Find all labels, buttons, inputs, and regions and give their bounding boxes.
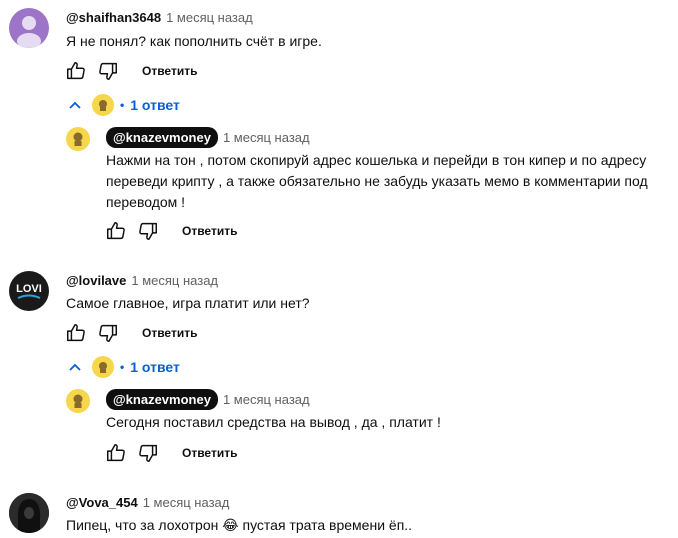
reply-text: Сегодня поставил средства на вывод , да … <box>106 412 441 433</box>
chevron-up-icon <box>69 363 81 371</box>
replies-toggle[interactable]: • 1 ответ <box>68 356 180 378</box>
duck-icon <box>99 362 107 373</box>
comment-text-part: пустая трата времени ёп.. <box>238 517 413 533</box>
reply-text-line: Сегодня поставил средства на вывод , да … <box>106 414 441 430</box>
creator-avatar <box>92 94 114 116</box>
reply-actions: Ответить <box>104 441 237 465</box>
reply-text-line: Нажми на тон , потом скопируй адрес коше… <box>106 152 647 168</box>
reply-avatar[interactable] <box>66 389 90 413</box>
comment-author[interactable]: @shaifhan3648 <box>66 10 161 25</box>
reply-button[interactable]: Ответить <box>182 224 237 238</box>
chevron-up-icon <box>69 101 81 109</box>
comment-time[interactable]: 1 месяц назад <box>131 273 218 288</box>
reply-text-line: переведи крипту , а также обязательно не… <box>106 173 648 189</box>
reply-time[interactable]: 1 месяц назад <box>223 392 310 407</box>
svg-text:LOVI: LOVI <box>16 283 42 295</box>
reply-avatar[interactable] <box>66 127 90 151</box>
duck-icon <box>99 100 107 111</box>
reply-text-line: переводом ! <box>106 194 186 210</box>
comment-header: @lovilave 1 месяц назад <box>66 273 218 288</box>
like-button[interactable] <box>64 321 88 345</box>
comment-text: Самое главное, игра платит или нет? <box>66 295 310 311</box>
reply-text: Нажми на тон , потом скопируй адрес коше… <box>106 150 648 213</box>
reply-author-badge[interactable]: @knazevmoney <box>106 389 218 410</box>
separator-dot: • <box>120 98 125 112</box>
thumbs-up-icon <box>67 62 85 80</box>
lovilave-logo: LOVI <box>16 283 42 299</box>
hooded-figure-icon <box>9 493 49 533</box>
replies-count: 1 ответ <box>130 359 180 375</box>
default-user-icon <box>17 16 41 48</box>
thumbs-down-icon <box>99 324 117 342</box>
dislike-button[interactable] <box>96 321 120 345</box>
reply-header: @knazevmoney 1 месяц назад <box>106 127 310 148</box>
like-button[interactable] <box>104 219 128 243</box>
reply-author-badge[interactable]: @knazevmoney <box>106 127 218 148</box>
avatar[interactable] <box>9 8 49 48</box>
comment-text-part: Пипец, что за лохотрон <box>66 517 219 533</box>
avatar[interactable]: LOVI <box>9 271 49 311</box>
reply-button[interactable]: Ответить <box>142 326 197 340</box>
replies-count: 1 ответ <box>130 97 180 113</box>
dislike-button[interactable] <box>96 59 120 83</box>
duck-icon <box>73 394 83 408</box>
dislike-button[interactable] <box>136 441 160 465</box>
reply-header: @knazevmoney 1 месяц назад <box>106 389 310 410</box>
avatar[interactable] <box>9 493 49 533</box>
like-button[interactable] <box>104 441 128 465</box>
comment-author[interactable]: @Vova_454 <box>66 495 138 510</box>
thumbs-up-icon <box>107 222 125 240</box>
thumbs-up-icon <box>67 324 85 342</box>
comment-header: @Vova_454 1 месяц назад <box>66 495 229 510</box>
comment-text: Я не понял? как пополнить счёт в игре. <box>66 33 322 49</box>
dislike-button[interactable] <box>136 219 160 243</box>
reply-button[interactable]: Ответить <box>182 446 237 460</box>
reply-time[interactable]: 1 месяц назад <box>223 130 310 145</box>
duck-icon <box>73 132 83 146</box>
separator-dot: • <box>120 360 125 374</box>
reply-actions: Ответить <box>104 219 237 243</box>
thumbs-up-icon <box>107 444 125 462</box>
comment-time[interactable]: 1 месяц назад <box>143 495 230 510</box>
comment-text: Пипец, что за лохотрон 😂 пустая трата вр… <box>66 515 412 536</box>
thumbs-down-icon <box>139 222 157 240</box>
comment-header: @shaifhan3648 1 месяц назад <box>66 10 253 25</box>
comment-author[interactable]: @lovilave <box>66 273 126 288</box>
thumbs-down-icon <box>99 62 117 80</box>
replies-toggle[interactable]: • 1 ответ <box>68 94 180 116</box>
reply-button[interactable]: Ответить <box>142 64 197 78</box>
comment-time[interactable]: 1 месяц назад <box>166 10 253 25</box>
comment-actions: Ответить <box>64 59 197 83</box>
laughing-emoji-icon: 😂 <box>222 517 239 533</box>
thumbs-down-icon <box>139 444 157 462</box>
like-button[interactable] <box>64 59 88 83</box>
creator-avatar <box>92 356 114 378</box>
comment-actions: Ответить <box>64 321 197 345</box>
